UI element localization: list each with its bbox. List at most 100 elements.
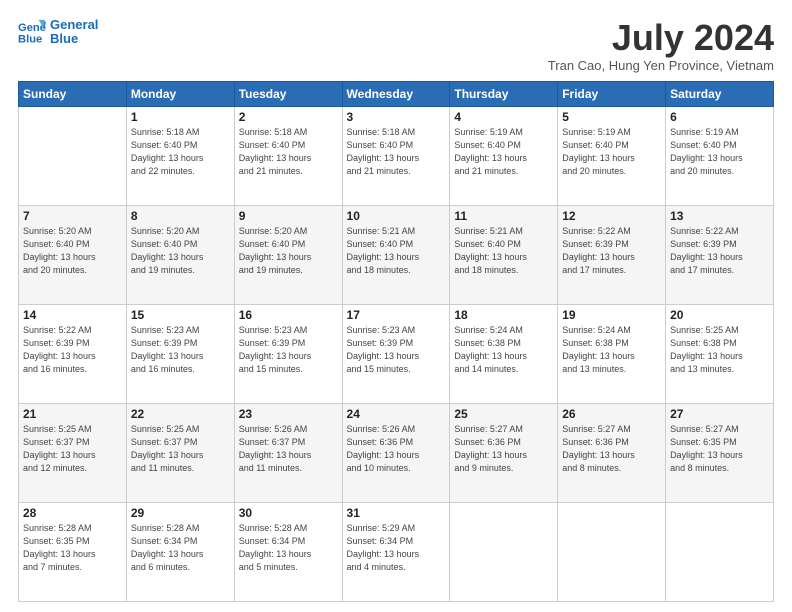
table-row: 11 Sunrise: 5:21 AM Sunset: 6:40 PM Dayli… bbox=[450, 205, 558, 304]
table-row: 22 Sunrise: 5:25 AM Sunset: 6:37 PM Dayli… bbox=[126, 403, 234, 502]
header-wednesday: Wednesday bbox=[342, 81, 450, 106]
day-number: 2 bbox=[239, 110, 338, 124]
day-info: Sunrise: 5:25 AM Sunset: 6:37 PM Dayligh… bbox=[131, 423, 230, 475]
day-info: Sunrise: 5:21 AM Sunset: 6:40 PM Dayligh… bbox=[454, 225, 553, 277]
day-info: Sunrise: 5:23 AM Sunset: 6:39 PM Dayligh… bbox=[131, 324, 230, 376]
table-row: 1 Sunrise: 5:18 AM Sunset: 6:40 PM Daylig… bbox=[126, 106, 234, 205]
day-info: Sunrise: 5:26 AM Sunset: 6:37 PM Dayligh… bbox=[239, 423, 338, 475]
day-info: Sunrise: 5:22 AM Sunset: 6:39 PM Dayligh… bbox=[670, 225, 769, 277]
day-number: 9 bbox=[239, 209, 338, 223]
day-info: Sunrise: 5:28 AM Sunset: 6:34 PM Dayligh… bbox=[239, 522, 338, 574]
table-row: 24 Sunrise: 5:26 AM Sunset: 6:36 PM Dayli… bbox=[342, 403, 450, 502]
day-info: Sunrise: 5:25 AM Sunset: 6:38 PM Dayligh… bbox=[670, 324, 769, 376]
table-row: 10 Sunrise: 5:21 AM Sunset: 6:40 PM Dayli… bbox=[342, 205, 450, 304]
calendar-table: Sunday Monday Tuesday Wednesday Thursday… bbox=[18, 81, 774, 602]
day-info: Sunrise: 5:24 AM Sunset: 6:38 PM Dayligh… bbox=[562, 324, 661, 376]
day-number: 25 bbox=[454, 407, 553, 421]
table-row: 3 Sunrise: 5:18 AM Sunset: 6:40 PM Daylig… bbox=[342, 106, 450, 205]
day-number: 11 bbox=[454, 209, 553, 223]
logo-icon: General Blue bbox=[18, 18, 46, 46]
day-number: 31 bbox=[347, 506, 446, 520]
table-row bbox=[558, 502, 666, 601]
day-info: Sunrise: 5:20 AM Sunset: 6:40 PM Dayligh… bbox=[131, 225, 230, 277]
page: General Blue General Blue July 2024 Tran… bbox=[0, 0, 792, 612]
day-info: Sunrise: 5:22 AM Sunset: 6:39 PM Dayligh… bbox=[23, 324, 122, 376]
table-row: 6Sunrise: 5:19 AM Sunset: 6:40 PM Daylig… bbox=[666, 106, 774, 205]
logo-line2: Blue bbox=[50, 32, 98, 46]
day-info: Sunrise: 5:23 AM Sunset: 6:39 PM Dayligh… bbox=[347, 324, 446, 376]
day-number: 16 bbox=[239, 308, 338, 322]
day-number: 10 bbox=[347, 209, 446, 223]
day-number: 21 bbox=[23, 407, 122, 421]
day-info: Sunrise: 5:24 AM Sunset: 6:38 PM Dayligh… bbox=[454, 324, 553, 376]
day-number: 22 bbox=[131, 407, 230, 421]
day-number: 29 bbox=[131, 506, 230, 520]
calendar-week-row: 1 Sunrise: 5:18 AM Sunset: 6:40 PM Daylig… bbox=[19, 106, 774, 205]
day-info: Sunrise: 5:27 AM Sunset: 6:36 PM Dayligh… bbox=[454, 423, 553, 475]
day-info: Sunrise: 5:21 AM Sunset: 6:40 PM Dayligh… bbox=[347, 225, 446, 277]
day-info: Sunrise: 5:26 AM Sunset: 6:36 PM Dayligh… bbox=[347, 423, 446, 475]
table-row bbox=[666, 502, 774, 601]
day-info: Sunrise: 5:18 AM Sunset: 6:40 PM Dayligh… bbox=[347, 126, 446, 178]
calendar-week-row: 28 Sunrise: 5:28 AM Sunset: 6:35 PM Dayli… bbox=[19, 502, 774, 601]
day-info: Sunrise: 5:27 AM Sunset: 6:36 PM Dayligh… bbox=[562, 423, 661, 475]
header-thursday: Thursday bbox=[450, 81, 558, 106]
day-number: 24 bbox=[347, 407, 446, 421]
table-row: 15Sunrise: 5:23 AM Sunset: 6:39 PM Dayli… bbox=[126, 304, 234, 403]
table-row: 29 Sunrise: 5:28 AM Sunset: 6:34 PM Dayli… bbox=[126, 502, 234, 601]
calendar-week-row: 7 Sunrise: 5:20 AM Sunset: 6:40 PM Daylig… bbox=[19, 205, 774, 304]
table-row: 26 Sunrise: 5:27 AM Sunset: 6:36 PM Dayli… bbox=[558, 403, 666, 502]
table-row: 13 Sunrise: 5:22 AM Sunset: 6:39 PM Dayli… bbox=[666, 205, 774, 304]
day-number: 8 bbox=[131, 209, 230, 223]
day-info: Sunrise: 5:28 AM Sunset: 6:35 PM Dayligh… bbox=[23, 522, 122, 574]
day-number: 3 bbox=[347, 110, 446, 124]
day-number: 19 bbox=[562, 308, 661, 322]
title-block: July 2024 Tran Cao, Hung Yen Province, V… bbox=[548, 18, 774, 73]
day-info: Sunrise: 5:19 AM Sunset: 6:40 PM Dayligh… bbox=[562, 126, 661, 178]
table-row: 8 Sunrise: 5:20 AM Sunset: 6:40 PM Daylig… bbox=[126, 205, 234, 304]
day-info: Sunrise: 5:19 AM Sunset: 6:40 PM Dayligh… bbox=[670, 126, 769, 178]
logo-line1: General bbox=[50, 18, 98, 32]
table-row: 27Sunrise: 5:27 AM Sunset: 6:35 PM Dayli… bbox=[666, 403, 774, 502]
day-number: 1 bbox=[131, 110, 230, 124]
calendar-week-row: 21 Sunrise: 5:25 AM Sunset: 6:37 PM Dayli… bbox=[19, 403, 774, 502]
header-friday: Friday bbox=[558, 81, 666, 106]
table-row bbox=[450, 502, 558, 601]
day-info: Sunrise: 5:29 AM Sunset: 6:34 PM Dayligh… bbox=[347, 522, 446, 574]
table-row: 2Sunrise: 5:18 AM Sunset: 6:40 PM Daylig… bbox=[234, 106, 342, 205]
day-number: 18 bbox=[454, 308, 553, 322]
day-number: 7 bbox=[23, 209, 122, 223]
table-row: 28 Sunrise: 5:28 AM Sunset: 6:35 PM Dayli… bbox=[19, 502, 127, 601]
day-number: 14 bbox=[23, 308, 122, 322]
table-row: 7 Sunrise: 5:20 AM Sunset: 6:40 PM Daylig… bbox=[19, 205, 127, 304]
table-row: 16Sunrise: 5:23 AM Sunset: 6:39 PM Dayli… bbox=[234, 304, 342, 403]
day-number: 28 bbox=[23, 506, 122, 520]
page-subtitle: Tran Cao, Hung Yen Province, Vietnam bbox=[548, 58, 774, 73]
logo: General Blue General Blue bbox=[18, 18, 98, 47]
header-monday: Monday bbox=[126, 81, 234, 106]
day-number: 4 bbox=[454, 110, 553, 124]
header: General Blue General Blue July 2024 Tran… bbox=[18, 18, 774, 73]
table-row: 31 Sunrise: 5:29 AM Sunset: 6:34 PM Dayli… bbox=[342, 502, 450, 601]
table-row: 20Sunrise: 5:25 AM Sunset: 6:38 PM Dayli… bbox=[666, 304, 774, 403]
table-row: 5 Sunrise: 5:19 AM Sunset: 6:40 PM Daylig… bbox=[558, 106, 666, 205]
table-row bbox=[19, 106, 127, 205]
day-number: 5 bbox=[562, 110, 661, 124]
day-info: Sunrise: 5:20 AM Sunset: 6:40 PM Dayligh… bbox=[23, 225, 122, 277]
calendar-header-row: Sunday Monday Tuesday Wednesday Thursday… bbox=[19, 81, 774, 106]
day-number: 12 bbox=[562, 209, 661, 223]
day-number: 26 bbox=[562, 407, 661, 421]
day-number: 23 bbox=[239, 407, 338, 421]
table-row: 4Sunrise: 5:19 AM Sunset: 6:40 PM Daylig… bbox=[450, 106, 558, 205]
table-row: 17Sunrise: 5:23 AM Sunset: 6:39 PM Dayli… bbox=[342, 304, 450, 403]
calendar-week-row: 14 Sunrise: 5:22 AM Sunset: 6:39 PM Dayli… bbox=[19, 304, 774, 403]
table-row: 30Sunrise: 5:28 AM Sunset: 6:34 PM Dayli… bbox=[234, 502, 342, 601]
table-row: 9Sunrise: 5:20 AM Sunset: 6:40 PM Daylig… bbox=[234, 205, 342, 304]
table-row: 18 Sunrise: 5:24 AM Sunset: 6:38 PM Dayli… bbox=[450, 304, 558, 403]
day-info: Sunrise: 5:22 AM Sunset: 6:39 PM Dayligh… bbox=[562, 225, 661, 277]
day-info: Sunrise: 5:27 AM Sunset: 6:35 PM Dayligh… bbox=[670, 423, 769, 475]
day-info: Sunrise: 5:18 AM Sunset: 6:40 PM Dayligh… bbox=[131, 126, 230, 178]
day-info: Sunrise: 5:28 AM Sunset: 6:34 PM Dayligh… bbox=[131, 522, 230, 574]
header-tuesday: Tuesday bbox=[234, 81, 342, 106]
day-number: 13 bbox=[670, 209, 769, 223]
